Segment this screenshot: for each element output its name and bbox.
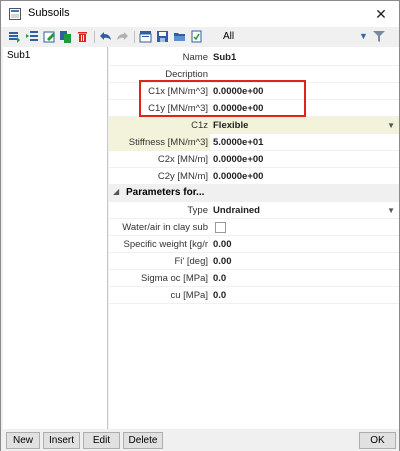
highlight-box [139, 80, 306, 117]
toolbar: All ▼ [1, 27, 399, 47]
c2y-value[interactable]: 0.0000e+00 [213, 168, 399, 185]
row-cu[interactable]: cu [MPa] 0.0 [109, 287, 399, 304]
toolbar-separator [94, 31, 95, 43]
row-water-air[interactable]: Water/air in clay sub [109, 219, 399, 236]
specific-weight-label: Specific weight [kg/r [123, 239, 208, 250]
chevron-down-icon[interactable]: ▼ [387, 202, 395, 219]
c1z-value[interactable]: Flexible [213, 117, 399, 134]
c2x-value[interactable]: 0.0000e+00 [213, 151, 399, 168]
title-bar: Subsoils ✕ [1, 1, 399, 27]
name-label: Name [182, 52, 208, 63]
button-bar: New Insert Edit Delete OK [1, 429, 399, 451]
c2x-label: C2x [MN/m] [157, 154, 208, 165]
delete-icon[interactable] [76, 30, 89, 43]
row-name[interactable]: Name Sub1 [109, 49, 399, 66]
table-icon[interactable] [139, 30, 152, 43]
list-item[interactable]: Sub1 [3, 49, 108, 63]
cu-label: cu [MPa] [170, 290, 209, 301]
filter-select-value[interactable]: All [223, 31, 234, 42]
new-row-icon[interactable] [8, 30, 21, 43]
close-button[interactable]: ✕ [363, 1, 399, 27]
name-value[interactable]: Sub1 [213, 49, 399, 66]
type-label: Type [187, 205, 208, 216]
type-value[interactable]: Undrained [213, 202, 399, 219]
subsoil-list[interactable]: Sub1 [3, 47, 108, 429]
row-specific-weight[interactable]: Specific weight [kg/r 0.00 [109, 236, 399, 253]
edit-icon[interactable] [43, 30, 56, 43]
copy-icon[interactable] [59, 30, 72, 43]
folder-icon[interactable] [173, 30, 186, 43]
ok-button[interactable]: OK [359, 432, 396, 449]
stiffness-value[interactable]: 5.0000e+01 [213, 134, 399, 151]
row-stiffness[interactable]: Stiffness [MN/m^3] 5.0000e+01 [109, 134, 399, 151]
c2y-label: C2y [MN/m] [157, 171, 208, 182]
row-sigma-oc[interactable]: Sigma oc [MPa] 0.0 [109, 270, 399, 287]
edit-button[interactable]: Edit [83, 432, 120, 449]
stiffness-label: Stiffness [MN/m^3] [109, 134, 210, 151]
insert-button[interactable]: Insert [43, 432, 80, 449]
section-title: Parameters for... [126, 187, 205, 198]
parameters-section-header[interactable]: ◢ Parameters for... [109, 185, 399, 202]
collapse-icon[interactable]: ◢ [113, 187, 119, 196]
undo-icon[interactable] [99, 30, 112, 43]
row-c2x[interactable]: C2x [MN/m] 0.0000e+00 [109, 151, 399, 168]
fi-value[interactable]: 0.00 [213, 253, 399, 270]
filter-icon[interactable] [373, 30, 385, 46]
subsoils-dialog: Subsoils ✕ All ▼ Sub1 Name Sub1 Decripti… [0, 0, 400, 451]
document-icon[interactable] [190, 30, 203, 43]
sigma-oc-value[interactable]: 0.0 [213, 270, 399, 287]
save-icon[interactable] [156, 30, 169, 43]
new-button[interactable]: New [6, 432, 40, 449]
c1z-label: C1z [109, 117, 210, 134]
window-title: Subsoils [28, 7, 70, 19]
chevron-down-icon[interactable]: ▼ [359, 31, 368, 41]
water-air-label: Water/air in clay sub [122, 222, 208, 233]
fi-label: Fi' [deg] [174, 256, 209, 267]
insert-row-icon[interactable] [26, 30, 39, 43]
cu-value[interactable]: 0.0 [213, 287, 399, 304]
row-c1z[interactable]: C1z Flexible ▼ [109, 117, 399, 134]
delete-button[interactable]: Delete [123, 432, 163, 449]
redo-icon[interactable] [116, 30, 129, 43]
toolbar-separator [134, 31, 135, 43]
row-type[interactable]: Type Undrained ▼ [109, 202, 399, 219]
window-icon [9, 8, 21, 20]
specific-weight-value[interactable]: 0.00 [213, 236, 399, 253]
sigma-oc-label: Sigma oc [MPa] [140, 273, 208, 284]
row-c2y[interactable]: C2y [MN/m] 0.0000e+00 [109, 168, 399, 185]
chevron-down-icon[interactable]: ▼ [387, 117, 395, 134]
water-air-checkbox[interactable] [215, 222, 226, 233]
row-fi[interactable]: Fi' [deg] 0.00 [109, 253, 399, 270]
